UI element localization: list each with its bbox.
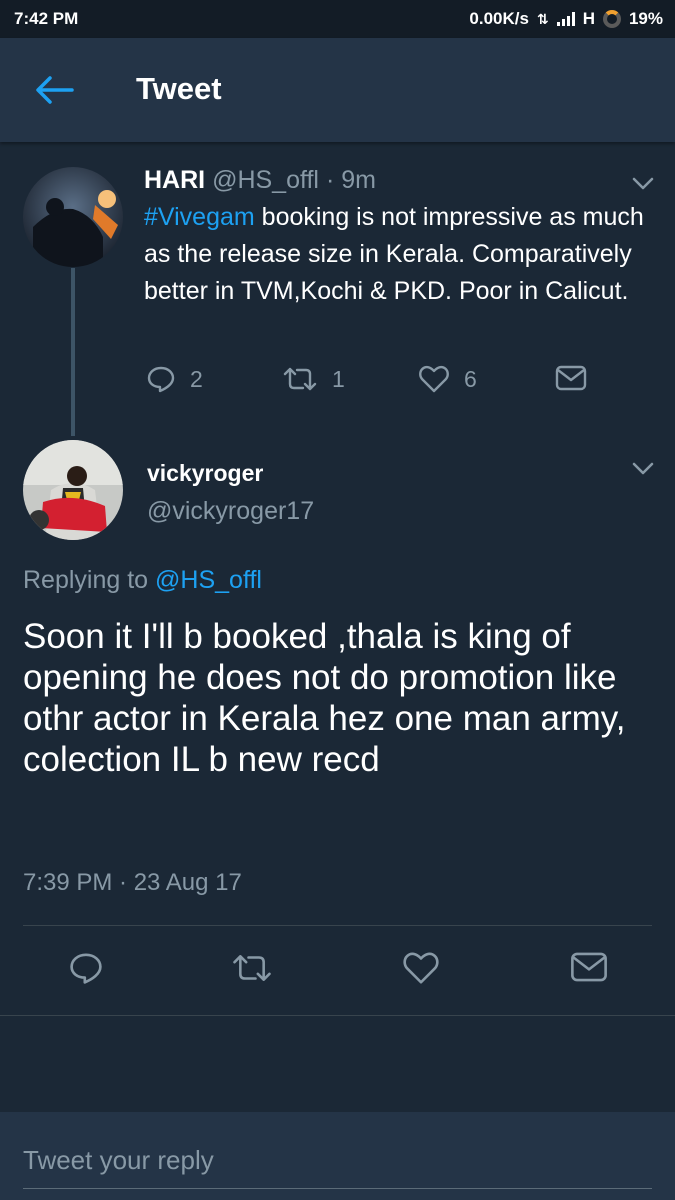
author-name[interactable]: vickyroger: [147, 460, 263, 487]
avatar-image: [23, 167, 123, 267]
divider: [0, 1015, 675, 1016]
like-button[interactable]: 6: [418, 364, 477, 394]
tweet-timestamp: 7:39 PM · 23 Aug 17: [23, 869, 242, 896]
direct-message-button[interactable]: [555, 364, 587, 392]
avatar-image: [23, 440, 123, 540]
back-arrow-icon[interactable]: [34, 74, 74, 106]
hashtag-link[interactable]: #Vivegam: [144, 203, 255, 231]
retweet-button[interactable]: 1: [282, 364, 345, 394]
status-indicators: 0.00K/s ⇅ H 19%: [469, 9, 663, 29]
parent-tweet-age: · 9m: [325, 166, 376, 194]
direct-message-button[interactable]: [570, 950, 608, 984]
retweet-icon: [233, 955, 271, 981]
app-bar: Tweet: [0, 38, 675, 142]
reply-button[interactable]: [68, 950, 104, 986]
replying-to: Replying to @HS_offl: [23, 566, 262, 595]
like-button[interactable]: [402, 950, 440, 986]
heart-icon: [403, 952, 439, 984]
retweet-count: 1: [332, 365, 345, 392]
status-bar: 7:42 PM 0.00K/s ⇅ H 19%: [0, 0, 675, 38]
page-title: Tweet: [136, 71, 222, 106]
tweet-text: Soon it I'll b booked ,thala is king of …: [23, 617, 626, 779]
like-count: 6: [464, 365, 477, 392]
reply-button[interactable]: 2: [146, 364, 203, 394]
replying-prefix: Replying to: [23, 566, 156, 594]
data-arrows-icon: ⇅: [536, 10, 549, 27]
battery-icon: [602, 10, 621, 28]
reply-input-underline: [23, 1188, 652, 1189]
network-speed: 0.00K/s: [469, 9, 529, 28]
reply-icon: [70, 953, 102, 984]
avatar-vickyroger[interactable]: [23, 440, 123, 540]
heart-icon: [419, 365, 449, 393]
parent-author-handle[interactable]: @HS_offl: [212, 166, 319, 194]
retweet-button[interactable]: [231, 950, 273, 986]
chevron-down-icon[interactable]: [632, 177, 654, 191]
parent-tweet-header: HARI @HS_offl · 9m: [144, 166, 376, 195]
avatar-hari[interactable]: [23, 167, 123, 267]
author-handle[interactable]: @vickyroger17: [147, 497, 314, 526]
replying-to-link[interactable]: @HS_offl: [155, 566, 262, 594]
status-time: 7:42 PM: [14, 9, 79, 28]
divider: [23, 925, 652, 926]
tweet-actions: [0, 950, 675, 994]
parent-tweet-actions: 2 1 6: [0, 364, 675, 400]
reply-count: 2: [190, 365, 203, 392]
mail-icon: [555, 365, 587, 391]
chevron-down-icon[interactable]: [632, 462, 654, 476]
parent-author-name[interactable]: HARI: [144, 166, 205, 194]
reply-input[interactable]: [23, 1140, 652, 1180]
battery-level: 19%: [628, 9, 663, 28]
retweet-icon: [283, 367, 317, 391]
signal-icon: [556, 12, 575, 26]
mail-icon: [571, 952, 607, 982]
reply-icon: [147, 366, 175, 393]
network-type: H: [582, 9, 595, 28]
thread-line: [71, 268, 75, 436]
parent-tweet-text: #Vivegam booking is not impressive as mu…: [144, 199, 644, 310]
